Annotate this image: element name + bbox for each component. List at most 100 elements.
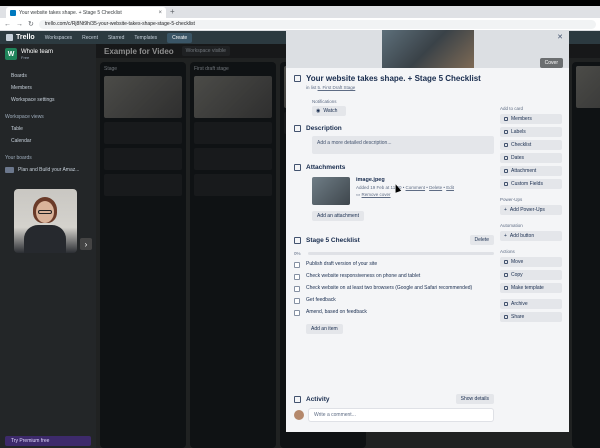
make-template-button[interactable]: Make template: [500, 283, 562, 293]
browser-tab[interactable]: Your website takes shape. + Stage 5 Chec…: [6, 7, 166, 18]
actions-label: Actions: [500, 249, 515, 254]
card-sidebar: Add to card Members Labels Checklist Dat…: [500, 106, 562, 325]
card-cover: ✕ Cover: [286, 30, 569, 68]
watch-button[interactable]: ◉ Watch: [312, 106, 346, 116]
reload-icon[interactable]: ↻: [28, 20, 34, 28]
browser-tab-bar: Your website takes shape. + Stage 5 Chec…: [0, 6, 600, 18]
card-icon: [294, 75, 301, 82]
close-tab-icon[interactable]: ×: [158, 10, 162, 16]
create-button[interactable]: Create: [167, 32, 193, 43]
cover-button[interactable]: Cover: [539, 58, 563, 68]
checklist-progress-bar: [307, 252, 494, 255]
custom-fields-button[interactable]: Custom Fields: [500, 179, 562, 189]
add-checklist-item-button[interactable]: Add an item: [306, 324, 343, 334]
archive-button[interactable]: Archive: [500, 299, 562, 309]
card-list-info: in list 5. First Draft Stage: [306, 85, 356, 90]
add-powerups-button[interactable]: + Add Power-Ups: [500, 205, 562, 215]
show-details-button[interactable]: Show details: [455, 394, 494, 404]
remove-cover-link[interactable]: Remove cover: [362, 192, 391, 197]
checklist-button[interactable]: Checklist: [500, 140, 562, 150]
checklist-icon: [294, 236, 301, 244]
attachment-edit-link[interactable]: Edit: [446, 185, 454, 190]
workspace-plan: Free: [21, 54, 30, 60]
screen: Your website takes shape. + Stage 5 Chec…: [0, 6, 600, 448]
checklist-checkbox[interactable]: [294, 310, 300, 316]
chevron-right-icon[interactable]: ›: [80, 238, 92, 250]
checklist-heading[interactable]: Stage 5 Checklist: [306, 237, 360, 244]
checklist-progress: 0%: [294, 251, 494, 256]
new-tab-icon[interactable]: +: [170, 7, 175, 16]
attachment-thumbnail[interactable]: [312, 177, 350, 205]
checklist-item: Get feedback: [294, 297, 494, 304]
attachment-button[interactable]: Attachment: [500, 166, 562, 176]
forward-icon[interactable]: →: [16, 21, 23, 28]
menu-workspaces[interactable]: Workspaces: [45, 35, 72, 41]
activity-heading: Activity: [306, 395, 330, 403]
sidebar-item-workspace-settings[interactable]: Workspace settings: [5, 94, 91, 106]
members-button[interactable]: Members: [500, 114, 562, 124]
try-premium-button[interactable]: Try Premium free: [5, 436, 91, 446]
close-icon[interactable]: ✕: [557, 33, 563, 41]
move-button[interactable]: Move: [500, 257, 562, 267]
webcam-video: [14, 189, 77, 253]
dates-button[interactable]: Dates: [500, 153, 562, 163]
add-button-button[interactable]: + Add button: [500, 231, 562, 241]
menu-templates[interactable]: Templates: [134, 35, 157, 41]
notifications-label: Notifications: [312, 99, 337, 104]
sidebar-item-members[interactable]: Members: [5, 82, 91, 94]
share-button[interactable]: Share: [500, 312, 562, 322]
tag-icon: [504, 130, 508, 134]
attachment-delete-link[interactable]: Delete: [429, 185, 442, 190]
checklist-checkbox[interactable]: [294, 262, 300, 268]
description-input[interactable]: Add a more detailed description...: [312, 136, 494, 154]
trello-logo-icon: [6, 34, 13, 41]
comment-input[interactable]: Write a comment...: [309, 409, 493, 421]
sidebar-board-item[interactable]: Plan and Build your Amaz...: [5, 164, 91, 176]
trello-logo[interactable]: Trello: [6, 34, 35, 41]
workspace-header[interactable]: W Whole team Free: [5, 48, 91, 60]
checklist-item: Check website on at least two browsers (…: [294, 285, 494, 292]
add-attachment-button[interactable]: Add an attachment: [312, 211, 364, 221]
sidebar-item-calendar[interactable]: Calendar: [5, 135, 91, 147]
attachments-heading: Attachments: [306, 164, 346, 171]
labels-button[interactable]: Labels: [500, 127, 562, 137]
trello-favicon-icon: [10, 9, 16, 16]
sidebar-item-boards[interactable]: Boards: [5, 70, 91, 82]
board-thumbnail: [5, 167, 14, 173]
attachment-item: image.jpeg Added 19 Feb at 11:20 • Comme…: [312, 177, 494, 205]
copy-icon: [504, 273, 508, 277]
add-to-card-label: Add to card: [500, 106, 524, 111]
custom-fields-icon: [504, 182, 508, 186]
copy-button[interactable]: Copy: [500, 270, 562, 280]
menu-starred[interactable]: Starred: [108, 35, 124, 41]
menu-recent[interactable]: Recent: [82, 35, 98, 41]
attachment-name[interactable]: image.jpeg: [356, 177, 454, 183]
checklist-checkbox[interactable]: [294, 298, 300, 304]
card-title[interactable]: Your website takes shape. + Stage 5 Chec…: [306, 74, 481, 83]
arrow-right-icon: [504, 260, 508, 264]
automation-label: Automation: [500, 223, 523, 228]
card-main: Your website takes shape. + Stage 5 Chec…: [294, 74, 494, 334]
paperclip-icon: [294, 164, 301, 171]
delete-checklist-button[interactable]: Delete: [469, 235, 494, 245]
checklist-item: Check website responsiveness on phone an…: [294, 273, 494, 280]
description-heading: Description: [306, 125, 342, 132]
plus-icon: +: [504, 207, 507, 213]
activity-section: Activity Show details Write a comment...: [294, 394, 494, 421]
description-icon: [294, 125, 301, 132]
card-detail-modal: ✕ Cover Your website takes shape. + Stag…: [286, 30, 569, 432]
checklist-checkbox[interactable]: [294, 286, 300, 292]
back-icon[interactable]: ←: [4, 21, 11, 28]
checklist-item: Publish draft version of your site: [294, 261, 494, 268]
sidebar-item-table[interactable]: Table: [5, 123, 91, 135]
clock-icon: [504, 156, 508, 160]
trello-logo-text: Trello: [16, 34, 35, 41]
checklist-checkbox[interactable]: [294, 274, 300, 280]
card-list-link[interactable]: 5. First Draft Stage: [318, 85, 356, 90]
checklist-item: Amend, based on feedback: [294, 309, 494, 316]
url-field[interactable]: trello.com/c/Rj8Nt9h/35-your-website-tak…: [38, 19, 596, 29]
attachment-comment-link[interactable]: Comment: [406, 185, 426, 190]
activity-icon: [294, 395, 301, 403]
avatar[interactable]: [294, 410, 304, 420]
workspace-avatar: W: [5, 48, 17, 60]
